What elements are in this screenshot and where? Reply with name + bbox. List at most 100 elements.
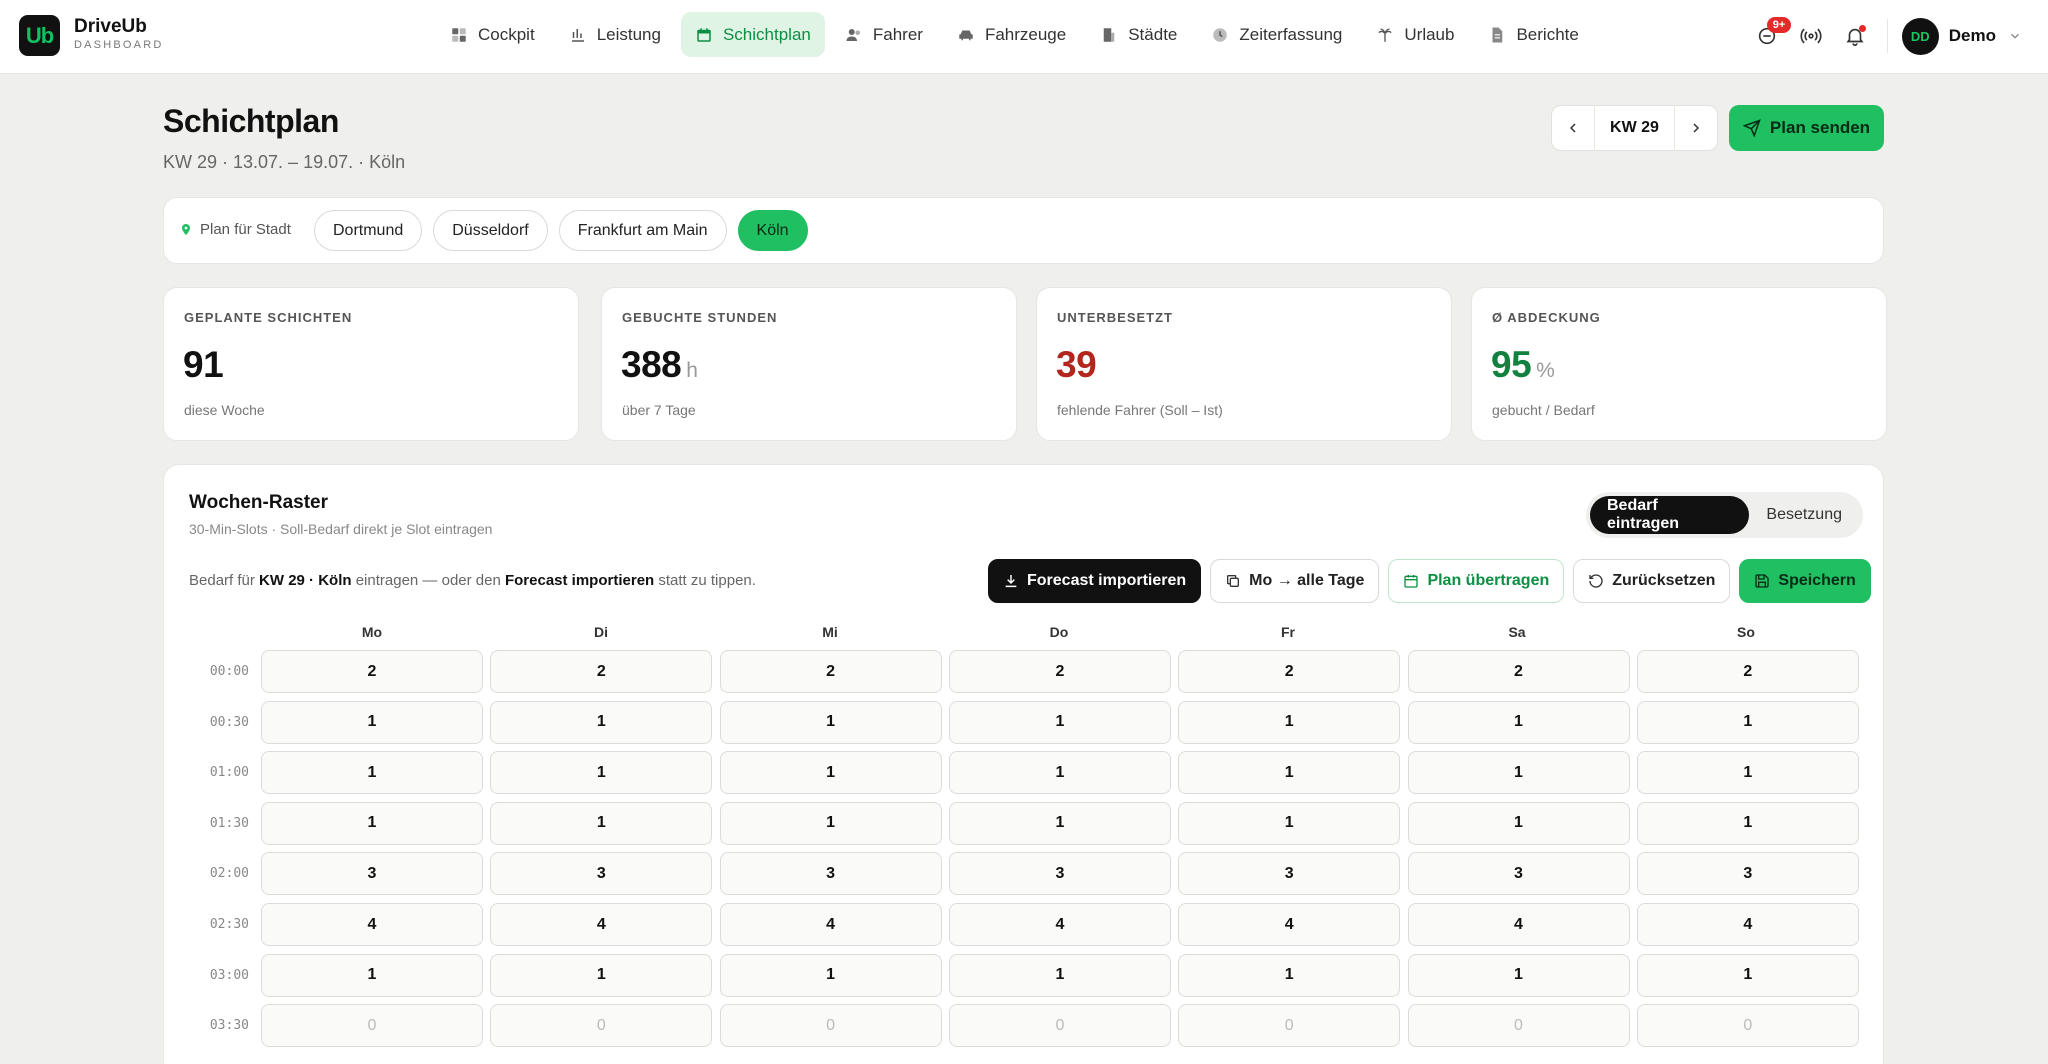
nav-item-urlaub[interactable]: Urlaub xyxy=(1362,12,1468,57)
demand-input-cell[interactable]: 0 xyxy=(1407,1004,1630,1048)
demand-input-cell[interactable]: 1 xyxy=(719,801,942,845)
demand-input-cell[interactable]: 1 xyxy=(1178,801,1401,845)
nav-item-label: Berichte xyxy=(1516,24,1579,44)
demand-input-cell[interactable]: 1 xyxy=(261,801,483,845)
demand-input-cell[interactable]: 4 xyxy=(261,903,483,946)
reset-button[interactable]: Zurücksetzen xyxy=(1573,559,1731,603)
save-button[interactable]: Speichern xyxy=(1739,559,1871,603)
brand-logo-text: Ub xyxy=(25,22,54,48)
demand-input-cell[interactable]: 1 xyxy=(1407,700,1630,744)
chevron-down-icon[interactable] xyxy=(2008,29,2022,43)
demand-input-cell[interactable]: 2 xyxy=(1636,650,1859,693)
demand-input-cell[interactable]: 1 xyxy=(948,700,1171,744)
demand-input-cell[interactable]: 1 xyxy=(490,751,713,795)
demand-input-cell[interactable]: 3 xyxy=(1407,852,1630,896)
demand-input-cell[interactable]: 4 xyxy=(1178,903,1401,946)
demand-input-cell[interactable]: 0 xyxy=(261,1004,483,1048)
city-selector-bar: Plan für Stadt Dortmund Düsseldorf Frankfu… xyxy=(163,197,1884,264)
demand-input-cell[interactable]: 1 xyxy=(1636,953,1859,997)
demand-input-cell[interactable]: 0 xyxy=(1178,1004,1401,1048)
nav-item-fahrer[interactable]: Fahrer xyxy=(831,12,937,57)
demand-input-cell[interactable]: 1 xyxy=(1407,751,1630,795)
hint-text-2: eintragen — oder den xyxy=(351,572,505,589)
demand-input-cell[interactable]: 1 xyxy=(1178,700,1401,744)
nav-item-schichtplan[interactable]: Schichtplan xyxy=(680,12,825,57)
grid-icon xyxy=(450,26,468,44)
demand-input-cell[interactable]: 2 xyxy=(948,650,1171,693)
demand-input-cell[interactable]: 3 xyxy=(1636,852,1859,896)
demand-input-cell[interactable]: 4 xyxy=(719,903,942,946)
avatar[interactable]: DD xyxy=(1901,17,1939,55)
demand-input-cell[interactable]: 4 xyxy=(1407,903,1630,946)
nav-item-cockpit[interactable]: Cockpit xyxy=(436,12,549,57)
demand-input-cell[interactable]: 1 xyxy=(948,801,1171,845)
city-pill[interactable]: Köln xyxy=(737,210,808,251)
user-name[interactable]: Demo xyxy=(1949,26,1996,46)
city-pill[interactable]: Frankfurt am Main xyxy=(558,210,727,251)
demand-input-cell[interactable]: 0 xyxy=(719,1004,942,1048)
demand-input-cell[interactable]: 1 xyxy=(261,751,483,795)
demand-input-cell[interactable]: 2 xyxy=(719,650,942,693)
demand-input-cell[interactable]: 1 xyxy=(948,751,1171,795)
nav-item-städte[interactable]: Städte xyxy=(1086,12,1191,57)
nav-item-berichte[interactable]: Berichte xyxy=(1474,12,1592,57)
import-forecast-button[interactable]: Forecast importieren xyxy=(988,559,1202,603)
bar-chart-icon xyxy=(569,26,587,44)
demand-input-cell[interactable]: 1 xyxy=(1178,953,1401,997)
demand-input-cell[interactable]: 1 xyxy=(261,700,483,744)
demand-input-cell[interactable]: 2 xyxy=(261,650,483,693)
demand-input-cell[interactable]: 3 xyxy=(261,852,483,896)
city-pill[interactable]: Dortmund xyxy=(314,210,423,251)
nav-item-leistung[interactable]: Leistung xyxy=(555,12,675,57)
notifications-shield-icon[interactable]: 9+ xyxy=(1745,14,1792,58)
demand-input-cell[interactable]: 1 xyxy=(719,953,942,997)
copy-monday-label: Mo → alle Tage xyxy=(1249,572,1365,589)
nav-item-fahrzeuge[interactable]: Fahrzeuge xyxy=(943,12,1080,57)
demand-input-cell[interactable]: 2 xyxy=(1178,650,1401,693)
demand-input-cell[interactable]: 1 xyxy=(719,751,942,795)
demand-input-cell[interactable]: 1 xyxy=(1178,751,1401,795)
demand-input-cell[interactable]: 2 xyxy=(490,650,713,693)
bell-icon[interactable] xyxy=(1833,14,1877,58)
demand-input-cell[interactable]: 1 xyxy=(490,801,713,845)
next-week-button[interactable] xyxy=(1675,106,1717,150)
demand-input-cell[interactable]: 3 xyxy=(948,852,1171,896)
demand-input-cell[interactable]: 0 xyxy=(948,1004,1171,1048)
copy-monday-button[interactable]: Mo → alle Tage xyxy=(1210,559,1380,603)
demand-input-cell[interactable]: 0 xyxy=(1636,1004,1859,1048)
table-row: 03:30 0 0 0 0 0 0 0 xyxy=(164,1004,1883,1048)
transfer-plan-button[interactable]: Plan übertragen xyxy=(1388,559,1565,603)
demand-input-cell[interactable]: 1 xyxy=(490,953,713,997)
demand-input-cell[interactable]: 1 xyxy=(948,953,1171,997)
demand-input-cell[interactable]: 1 xyxy=(1636,751,1859,795)
broadcast-icon[interactable] xyxy=(1789,14,1833,58)
page-subtitle: KW 29 · 13.07. – 19.07. · Köln xyxy=(163,152,406,172)
demand-input-cell[interactable]: 4 xyxy=(1636,903,1859,946)
nav-item-label: Städte xyxy=(1128,24,1178,44)
city-pill[interactable]: Düsseldorf xyxy=(433,210,548,251)
demand-input-cell[interactable]: 2 xyxy=(1407,650,1630,693)
demand-input-cell[interactable]: 1 xyxy=(1407,801,1630,845)
nav-item-label: Cockpit xyxy=(478,24,535,44)
demand-input-cell[interactable]: 4 xyxy=(490,903,713,946)
demand-input-cell[interactable]: 1 xyxy=(490,700,713,744)
save-label: Speichern xyxy=(1778,572,1856,589)
send-plan-button[interactable]: Plan senden xyxy=(1729,105,1884,151)
demand-input-cell[interactable]: 1 xyxy=(261,953,483,997)
mode-staffing-tab[interactable]: Besetzung xyxy=(1749,496,1859,534)
demand-input-cell[interactable]: 3 xyxy=(490,852,713,896)
nav-item-zeiterfassung[interactable]: Zeiterfassung xyxy=(1197,12,1356,57)
demand-input-cell[interactable]: 4 xyxy=(948,903,1171,946)
kpi-value-wrap: 39 xyxy=(1056,344,1097,386)
demand-input-cell[interactable]: 3 xyxy=(719,852,942,896)
demand-input-cell[interactable]: 1 xyxy=(719,700,942,744)
demand-input-cell[interactable]: 3 xyxy=(1178,852,1401,896)
demand-input-cell[interactable]: 1 xyxy=(1407,953,1630,997)
hint-week-city: KW 29 · Köln xyxy=(259,572,352,589)
mode-demand-tab[interactable]: Bedarf eintragen xyxy=(1590,496,1750,534)
demand-input-cell[interactable]: 1 xyxy=(1636,700,1859,744)
previous-week-button[interactable] xyxy=(1552,106,1594,150)
demand-input-cell[interactable]: 0 xyxy=(490,1004,713,1048)
demand-input-cell[interactable]: 1 xyxy=(1636,801,1859,845)
brand-logo[interactable]: Ub xyxy=(19,15,60,56)
